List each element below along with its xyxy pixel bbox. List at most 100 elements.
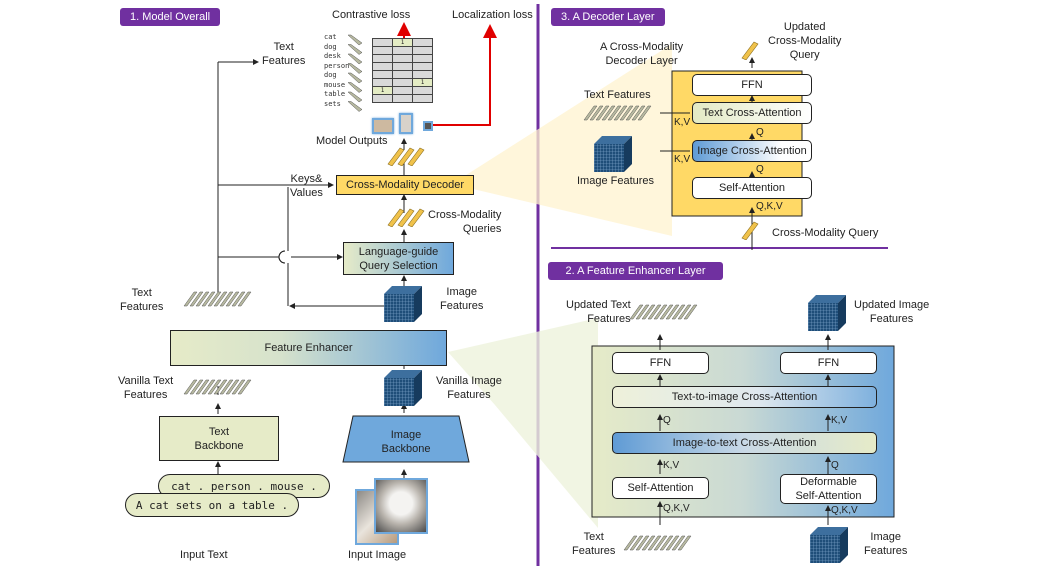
decoder-image-features-cube xyxy=(594,136,632,172)
word-token-icon xyxy=(347,91,363,103)
deformable-self-attention-block[interactable]: Deformable Self-Attention xyxy=(780,474,877,504)
image-to-text-cross-attention-block[interactable]: Image-to-text Cross-Attention xyxy=(612,432,877,454)
cross-modality-queries-label: Cross-Modality Queries xyxy=(428,209,502,235)
word-token-icon xyxy=(347,63,363,74)
q-label: Q xyxy=(663,415,671,426)
vanilla-text-features-label: Vanilla Text Features xyxy=(118,375,174,401)
grid-cell xyxy=(372,70,393,79)
enhancer-image-features-label: Image Features xyxy=(864,531,908,557)
grid-cell xyxy=(392,70,413,79)
decoder-image-features-label: Image Features xyxy=(577,175,655,187)
input-image-label: Input Image xyxy=(348,549,407,561)
image-backbone-label: Image Backbone xyxy=(381,429,431,455)
word-token-icon xyxy=(347,101,363,112)
decoder-ffn-block[interactable]: FFN xyxy=(692,74,812,96)
output-box-thumbnail xyxy=(399,113,413,134)
input-query-icon xyxy=(741,221,759,240)
image-features-label: Image Features xyxy=(440,286,484,312)
grid-cell xyxy=(392,46,413,55)
section-tag-enhancer-layer: 2. A Feature Enhancer Layer xyxy=(548,262,723,280)
section-tag-model-overall: 1. Model Overall xyxy=(120,8,221,26)
model-outputs-label: Model Outputs xyxy=(316,135,388,147)
updated-text-features-icon xyxy=(629,304,698,320)
enhancer-image-ffn-block[interactable]: FFN xyxy=(780,352,877,374)
image-features-cube xyxy=(384,286,422,322)
text-to-image-cross-attention-block[interactable]: Text-to-image Cross-Attention xyxy=(612,386,877,408)
grid-cell xyxy=(372,38,393,47)
contrastive-loss-label: Contrastive loss xyxy=(332,9,411,21)
enhancer-text-features-icon xyxy=(623,535,692,551)
enhancer-image-features-cube xyxy=(810,527,848,563)
qkv-label: Q,K,V xyxy=(831,505,858,516)
grid-cell xyxy=(392,62,413,71)
grid-cell xyxy=(412,62,433,71)
updated-query-label: Updated Cross-Modality Query xyxy=(768,21,842,61)
grid-cell: 1 xyxy=(392,38,413,47)
grid-cell xyxy=(412,46,433,55)
grid-cell xyxy=(412,86,433,95)
input-image-front xyxy=(374,478,428,534)
grid-cell: 1 xyxy=(372,86,393,95)
word-token-icon xyxy=(347,44,363,55)
grid-cell xyxy=(392,86,413,95)
kv-label: K,V xyxy=(674,154,691,165)
cross-modality-query-icons xyxy=(387,208,425,227)
q-label: Q xyxy=(831,460,839,471)
grid-cell xyxy=(372,94,393,103)
updated-text-features-label: Updated Text Features xyxy=(566,299,631,325)
updated-image-features-cube xyxy=(808,295,846,331)
grid-cell xyxy=(412,38,433,47)
keys-values-label: Keys& Values xyxy=(290,173,323,199)
grid-cell xyxy=(412,54,433,63)
grid-cell xyxy=(412,94,433,103)
updated-image-features-label: Updated Image Features xyxy=(854,299,930,325)
kv-label: K,V xyxy=(663,460,680,471)
grid-cell xyxy=(372,78,393,87)
text-features-icon xyxy=(183,291,252,307)
feature-enhancer-box[interactable]: Feature Enhancer xyxy=(170,330,447,366)
grid-cell xyxy=(372,46,393,55)
section-tag-decoder-layer: 3. A Decoder Layer xyxy=(551,8,665,26)
input-query-label: Cross-Modality Query xyxy=(772,227,879,239)
kv-label: K,V xyxy=(674,117,691,128)
grid-cell: 1 xyxy=(412,78,433,87)
cross-modality-decoder-box[interactable]: Cross-Modality Decoder xyxy=(336,175,474,195)
enhancer-text-ffn-block[interactable]: FFN xyxy=(612,352,709,374)
vanilla-image-features-cube xyxy=(384,370,422,406)
qkv-label: Q,K,V xyxy=(756,201,783,212)
word-token-icon xyxy=(347,34,363,46)
enhancer-text-features-label: Text Features xyxy=(572,531,616,557)
prompt-sentence[interactable]: A cat sets on a table . xyxy=(125,493,299,517)
qkv-label: Q,K,V xyxy=(663,503,690,514)
grid-cell xyxy=(412,70,433,79)
updated-query-icon xyxy=(741,41,759,60)
q-label: Q xyxy=(756,127,764,138)
vanilla-text-features-icon xyxy=(183,379,252,395)
grid-cell xyxy=(372,54,393,63)
decoder-text-features-icon xyxy=(583,105,652,121)
word-token-icon xyxy=(347,53,363,65)
grid-cell xyxy=(392,94,413,103)
text-backbone-box[interactable]: Text Backbone xyxy=(159,416,279,461)
grid-cell xyxy=(392,54,413,63)
decoder-image-cross-attention-block[interactable]: Image Cross-Attention xyxy=(692,140,812,162)
input-text-label: Input Text xyxy=(180,549,228,561)
decoder-self-attention-block[interactable]: Self-Attention xyxy=(692,177,812,199)
text-features-label: Text Features xyxy=(120,287,164,313)
decoder-layer-title: A Cross-Modality Decoder Layer xyxy=(600,41,684,67)
grid-cell xyxy=(372,62,393,71)
query-selection-box[interactable]: Language-guide Query Selection xyxy=(343,242,454,275)
word-token-icon xyxy=(347,72,363,84)
output-query-icons xyxy=(387,147,425,166)
output-box-thumbnail xyxy=(423,121,433,131)
decoder-text-features-label: Text Features xyxy=(584,89,651,101)
enhancer-self-attention-block[interactable]: Self-Attention xyxy=(612,477,709,499)
similarity-grid: 1 1 1 xyxy=(372,38,433,103)
word-token-icon xyxy=(347,82,363,93)
output-box-thumbnail xyxy=(372,118,394,134)
text-features-top-label: Text Features xyxy=(262,41,306,67)
q-label: Q xyxy=(756,164,764,175)
localization-loss-label: Localization loss xyxy=(452,9,533,21)
decoder-text-cross-attention-block[interactable]: Text Cross-Attention xyxy=(692,102,812,124)
grid-cell xyxy=(392,78,413,87)
